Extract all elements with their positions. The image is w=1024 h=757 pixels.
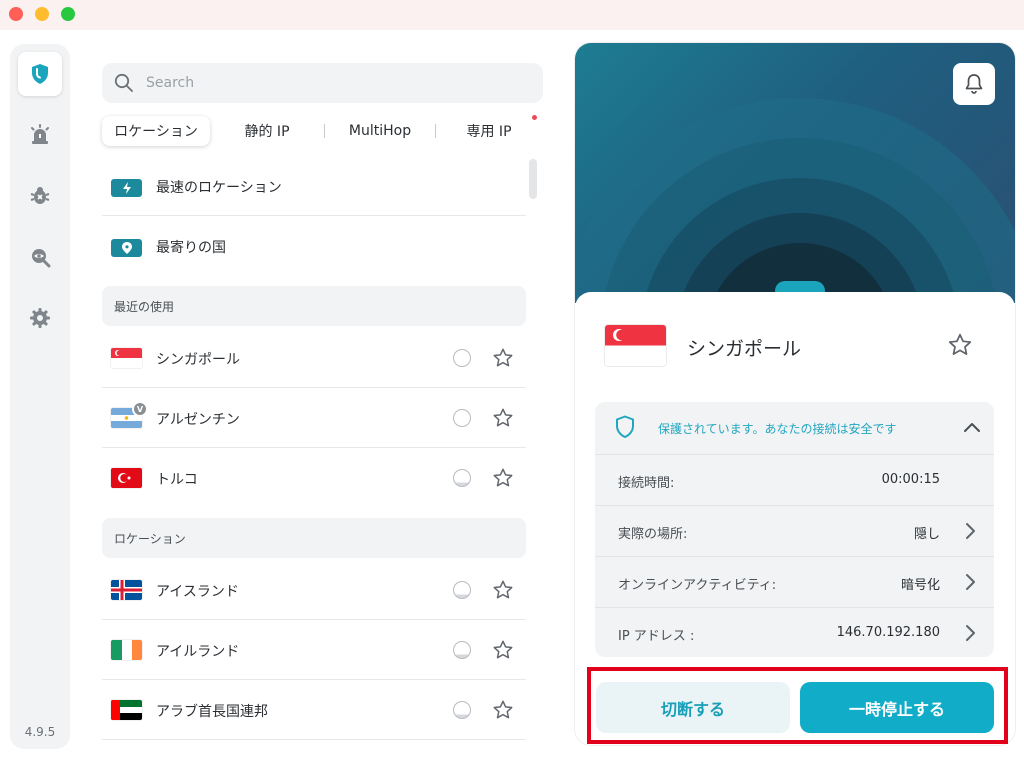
alert-siren-icon [31, 124, 49, 144]
location-list: 最速のロケーション 最寄りの国 最近の使用 シンガポール V アルゼンチン トル… [102, 156, 526, 750]
sidebar-item-dark-web-monitor[interactable] [18, 235, 62, 279]
connection-rings-graphic [575, 98, 1015, 303]
disconnect-button[interactable]: 切断する [596, 682, 790, 733]
sidebar: 4.9.5 [10, 44, 70, 749]
tab-static-ip[interactable]: 静的 IP [210, 116, 324, 146]
search-icon [114, 73, 133, 92]
section-locations: ロケーション [102, 518, 526, 558]
search-eye-icon [32, 249, 51, 268]
detail-row-online-activity[interactable]: オンラインアクティビティ: 暗号化 [595, 556, 994, 607]
chevron-up-icon[interactable] [962, 418, 982, 438]
connection-status-card: 保護されています。あなたの接続は安全です 接続時間: 00:00:15 実際の場… [595, 402, 994, 657]
detail-label: 接続時間: [618, 476, 675, 491]
connection-hero [575, 43, 1015, 303]
server-load-indicator [453, 409, 471, 427]
list-item-label: 最寄りの国 [156, 240, 226, 256]
chevron-right-icon [966, 625, 975, 641]
detail-value: 146.70.192.180 [836, 625, 940, 640]
list-scrollbar[interactable] [529, 159, 537, 199]
list-item-label: シンガポール [156, 352, 240, 368]
lightning-icon [111, 179, 142, 197]
detail-label: 実際の場所: [618, 527, 688, 542]
section-title: 最近の使用 [114, 300, 175, 314]
singapore-flag-icon [605, 325, 666, 366]
tab-multihop[interactable]: MultiHop [325, 116, 435, 146]
action-buttons-highlight: 切断する 一時停止する [587, 667, 1008, 744]
detail-label: オンラインアクティビティ: [618, 578, 777, 593]
favorite-star-icon[interactable] [492, 699, 514, 721]
status-text: 保護されています。あなたの接続は安全です [658, 422, 897, 436]
zoom-window-button[interactable] [61, 7, 75, 21]
location-pin-icon [111, 239, 142, 257]
server-load-indicator [453, 641, 471, 659]
favorite-star-icon[interactable] [947, 332, 973, 358]
singapore-flag-icon [111, 348, 142, 368]
list-item-label: アイスランド [156, 584, 239, 600]
notifications-button[interactable] [953, 63, 995, 105]
virtual-location-badge: V [132, 401, 148, 417]
gear-icon [30, 308, 50, 328]
section-title: ロケーション [114, 532, 186, 546]
section-recent: 最近の使用 [102, 286, 526, 326]
sidebar-item-alerts[interactable] [18, 113, 62, 157]
detail-row-connection-time: 接続時間: 00:00:15 [595, 454, 994, 505]
location-row-turkey[interactable]: トルコ [102, 448, 526, 508]
favorite-star-icon[interactable] [492, 407, 514, 429]
detail-label: IP アドレス : [618, 629, 695, 644]
favorite-star-icon[interactable] [492, 347, 514, 369]
iceland-flag-icon [111, 580, 142, 600]
pause-button[interactable]: 一時停止する [800, 682, 994, 733]
server-load-indicator [453, 701, 471, 719]
favorite-star-icon[interactable] [492, 467, 514, 489]
status-header[interactable]: 保護されています。あなたの接続は安全です [595, 402, 994, 454]
chevron-right-icon [966, 574, 975, 590]
favorite-star-icon[interactable] [492, 579, 514, 601]
search-bar[interactable] [102, 63, 543, 103]
tab-dedicated-ip[interactable]: 専用 IP [436, 116, 542, 146]
list-item-label: アイルランド [156, 644, 240, 660]
ireland-flag-icon [111, 640, 142, 660]
sidebar-item-threat-protection[interactable] [18, 174, 62, 218]
shield-outline-icon [616, 415, 634, 438]
list-item-label: 最速のロケーション [156, 180, 282, 196]
list-item-label: アラブ首長国連邦 [156, 704, 268, 720]
quick-connect-fastest[interactable]: 最速のロケーション [102, 156, 526, 216]
bell-icon [965, 74, 983, 94]
location-tabs: ロケーション 静的 IP MultiHop 専用 IP [102, 115, 543, 146]
server-load-indicator [453, 469, 471, 487]
bug-icon [30, 187, 50, 204]
server-load-indicator [453, 581, 471, 599]
chevron-right-icon [966, 523, 975, 539]
shield-icon [32, 64, 48, 84]
detail-value: 隠し [913, 527, 940, 542]
uae-flag-icon [111, 700, 142, 720]
app-version: 4.9.5 [24, 725, 56, 739]
sidebar-item-vpn[interactable] [18, 52, 62, 96]
list-item-label: アルゼンチン [156, 412, 240, 428]
quick-connect-nearest[interactable]: 最寄りの国 [102, 216, 526, 276]
connected-country-name: シンガポール [687, 338, 802, 360]
location-row-uae[interactable]: アラブ首長国連邦 [102, 680, 526, 740]
location-row-iceland[interactable]: アイスランド [102, 560, 526, 620]
detail-value: 暗号化 [900, 578, 940, 593]
search-input[interactable] [146, 69, 526, 97]
detail-row-real-location[interactable]: 実際の場所: 隠し [595, 505, 994, 556]
title-bar [0, 0, 1024, 30]
app-window: 4.9.5 ロケーション 静的 IP MultiHop 専用 IP 最速のロケー… [0, 30, 1024, 757]
list-item-label: トルコ [156, 472, 198, 488]
location-row-argentina[interactable]: V アルゼンチン [102, 388, 526, 448]
connection-panel: シンガポール 保護されています。あなたの接続は安全です 接続時間: 00:00:… [575, 43, 1015, 745]
location-row-singapore[interactable]: シンガポール [102, 328, 526, 388]
sidebar-item-settings[interactable] [18, 296, 62, 340]
tab-locations[interactable]: ロケーション [102, 116, 210, 146]
detail-value: 00:00:15 [881, 472, 940, 487]
close-window-button[interactable] [9, 7, 23, 21]
location-row-ireland[interactable]: アイルランド [102, 620, 526, 680]
server-load-indicator [453, 349, 471, 367]
detail-row-ip-address[interactable]: IP アドレス : 146.70.192.180 [595, 607, 994, 657]
notification-dot [532, 115, 537, 120]
turkey-flag-icon [111, 468, 142, 488]
favorite-star-icon[interactable] [492, 639, 514, 661]
minimize-window-button[interactable] [35, 7, 49, 21]
